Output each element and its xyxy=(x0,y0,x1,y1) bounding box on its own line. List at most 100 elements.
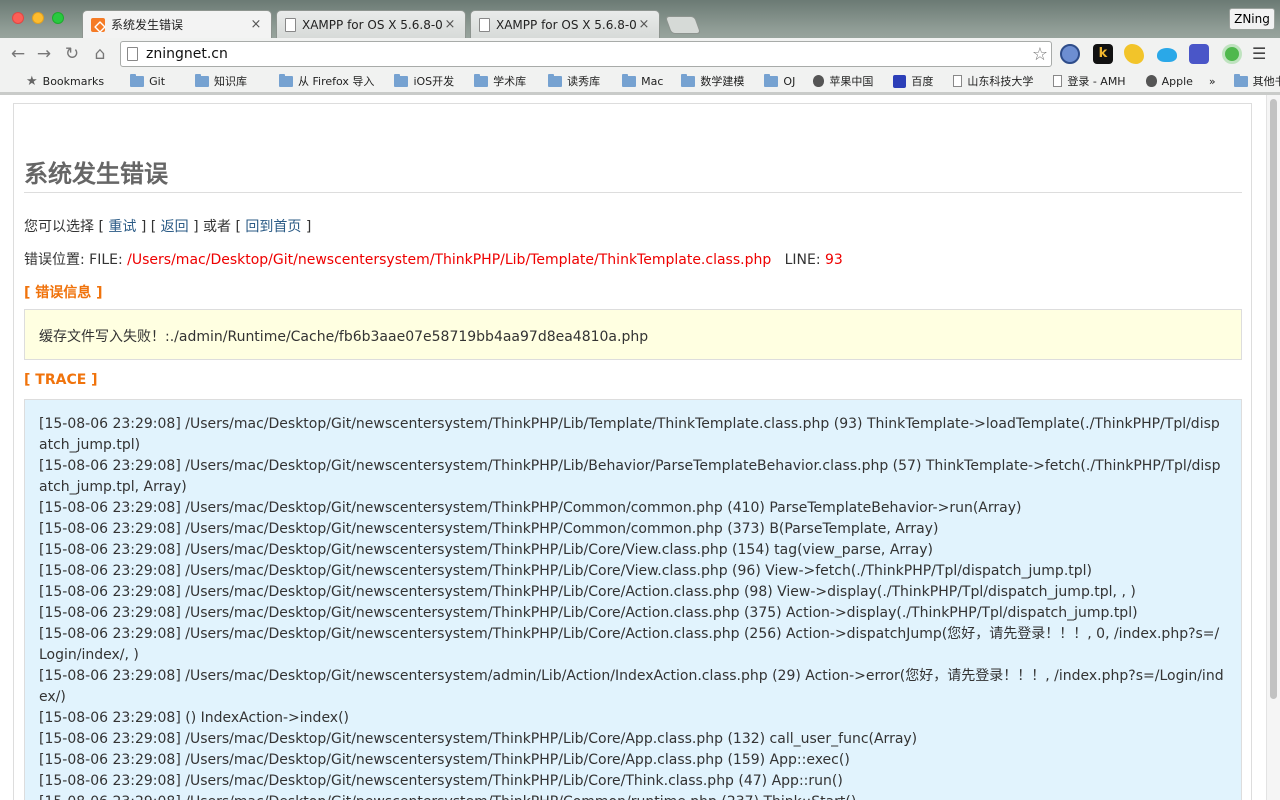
bookmark-label: OJ xyxy=(783,74,796,88)
vertical-scrollbar[interactable] xyxy=(1266,95,1280,800)
trace-line: [15-08-06 23:29:08] /Users/mac/Desktop/G… xyxy=(39,668,1224,705)
forward-arrow-icon[interactable]: → xyxy=(34,44,54,64)
retry-sep: ] 或者 [ xyxy=(188,219,246,235)
extension-baidu-paw-icon[interactable] xyxy=(1189,44,1209,64)
trace-box: [15-08-06 23:29:08] /Users/mac/Desktop/G… xyxy=(24,399,1242,800)
error-location: 错误位置: FILE: /Users/mac/Desktop/Git/newsc… xyxy=(24,249,843,269)
home-icon[interactable]: ⌂ xyxy=(90,44,110,64)
folder-icon xyxy=(548,73,563,87)
folder-icon xyxy=(130,73,145,87)
page-icon xyxy=(479,17,490,32)
bookmark-label: 读秀库 xyxy=(567,75,601,88)
apple-icon xyxy=(813,75,825,87)
bookmark-item[interactable]: OJ xyxy=(764,73,796,88)
folder-icon xyxy=(681,73,696,87)
file-label: FILE: xyxy=(89,252,128,268)
tab-xampp-2[interactable]: XAMPP for OS X 5.6.8-0 × xyxy=(470,10,660,38)
extension-k-icon[interactable]: k xyxy=(1093,44,1113,64)
bookmark-item[interactable]: 读秀库 xyxy=(548,73,600,89)
profile-button[interactable]: ZNing xyxy=(1229,8,1275,30)
tab-strip: 系统发生错误 × XAMPP for OS X 5.6.8-0 × XAMPP … xyxy=(0,0,1280,38)
scrollbar-thumb[interactable] xyxy=(1270,99,1277,699)
error-container: 系统发生错误 您可以选择 [ 重试 ] [ 返回 ] 或者 [ 回到首页 ] 错… xyxy=(13,103,1252,800)
bookmark-item[interactable]: 数学建模 xyxy=(681,73,744,89)
folder-icon xyxy=(474,73,489,87)
bookmark-item[interactable]: iOS开发 xyxy=(394,73,454,89)
page-title: 系统发生错误 xyxy=(24,160,168,188)
error-message-box: 缓存文件写入失败！:./admin/Runtime/Cache/fb6b3aae… xyxy=(24,309,1242,360)
trace-line: [15-08-06 23:29:08] /Users/mac/Desktop/G… xyxy=(39,542,933,558)
title-divider xyxy=(24,192,1242,193)
folder-icon xyxy=(279,73,294,87)
bookmark-item[interactable]: 登录 - AMH xyxy=(1053,73,1126,89)
page-viewport: 系统发生错误 您可以选择 [ 重试 ] [ 返回 ] 或者 [ 回到首页 ] 错… xyxy=(0,95,1266,800)
window-close-button[interactable] xyxy=(12,12,24,24)
trace-line: [15-08-06 23:29:08] /Users/mac/Desktop/G… xyxy=(39,752,850,768)
trace-line: [15-08-06 23:29:08] /Users/mac/Desktop/G… xyxy=(39,773,843,789)
back-link[interactable]: 返回 xyxy=(161,219,189,235)
bookmark-label: 学术库 xyxy=(493,75,527,88)
trace-line: [15-08-06 23:29:08] /Users/mac/Desktop/G… xyxy=(39,605,1138,621)
extension-cloud-icon[interactable] xyxy=(1157,48,1177,62)
bookmark-item[interactable]: 学术库 xyxy=(474,73,526,89)
trace-line: [15-08-06 23:29:08] /Users/mac/Desktop/G… xyxy=(39,584,1136,600)
back-arrow-icon[interactable]: ← xyxy=(8,44,28,64)
bookmark-item[interactable]: 其他书签 xyxy=(1233,73,1280,89)
extension-cat-icon[interactable] xyxy=(1124,44,1144,64)
trace-line: [15-08-06 23:29:08] /Users/mac/Desktop/G… xyxy=(39,416,1220,453)
tab-error-page[interactable]: 系统发生错误 × xyxy=(82,10,272,38)
bookmark-item[interactable]: 苹果中国 xyxy=(813,73,873,89)
bookmark-label: Git xyxy=(149,74,166,88)
retry-suffix: ] xyxy=(301,219,312,235)
bookmark-label: Bookmarks xyxy=(42,74,105,88)
bookmark-label: » xyxy=(1208,74,1216,88)
bookmark-item[interactable]: 知识库 xyxy=(195,73,247,89)
extension-green-dot-icon[interactable] xyxy=(1222,44,1242,64)
home-link[interactable]: 回到首页 xyxy=(245,219,301,235)
address-bar[interactable]: zningnet.cn ☆ xyxy=(120,41,1052,67)
window-zoom-button[interactable] xyxy=(52,12,64,24)
bookmark-label: 知识库 xyxy=(214,75,248,88)
hamburger-menu-icon[interactable]: ☰ xyxy=(1252,46,1268,62)
bookmark-label: 登录 - AMH xyxy=(1067,75,1126,88)
tab-close-icon[interactable]: × xyxy=(443,17,457,32)
trace-heading: [ TRACE ] xyxy=(24,372,98,388)
xampp-icon xyxy=(91,17,105,32)
trace-line: [15-08-06 23:29:08] /Users/mac/Desktop/G… xyxy=(39,626,1220,663)
bookmark-label: 数学建模 xyxy=(700,75,745,88)
baidu-paw-icon xyxy=(893,74,907,88)
retry-options: 您可以选择 [ 重试 ] [ 返回 ] 或者 [ 回到首页 ] xyxy=(24,216,311,236)
bookmarks-bar: ★ Bookmarks Git 知识库 从 Firefox 导入 iOS开发 学术库 读秀库 M… xyxy=(0,70,1280,92)
line-label: LINE: xyxy=(784,252,826,268)
folder-icon xyxy=(764,73,779,87)
error-info-heading: [ 错误信息 ] xyxy=(24,285,103,301)
error-message: 缓存文件写入失败！:./admin/Runtime/Cache/fb6b3aae… xyxy=(39,329,649,345)
tab-close-icon[interactable]: × xyxy=(637,17,651,32)
bookmark-item[interactable]: 山东科技大学 xyxy=(953,73,1033,89)
bookmark-item[interactable]: » xyxy=(1209,75,1216,88)
bookmark-item[interactable]: Git xyxy=(130,73,166,88)
bookmark-item[interactable]: 从 Firefox 导入 xyxy=(279,73,374,89)
line-number: 93 xyxy=(825,252,843,268)
retry-link[interactable]: 重试 xyxy=(108,219,136,235)
trace-line: [15-08-06 23:29:08] /Users/mac/Desktop/G… xyxy=(39,563,1092,579)
folder-icon xyxy=(195,73,210,87)
url-text[interactable]: zningnet.cn xyxy=(146,46,1029,62)
bookmark-label: iOS开发 xyxy=(413,75,455,88)
extension-globe-icon[interactable] xyxy=(1060,44,1080,64)
star-icon: ★ xyxy=(26,73,38,89)
reload-icon[interactable]: ↻ xyxy=(62,44,82,64)
bookmark-label: 苹果中国 xyxy=(829,75,874,88)
bookmark-label: Mac xyxy=(641,74,664,88)
trace-line: [15-08-06 23:29:08] /Users/mac/Desktop/G… xyxy=(39,731,918,747)
bookmark-item[interactable]: Apple xyxy=(1145,75,1193,88)
browser-chrome: 系统发生错误 × XAMPP for OS X 5.6.8-0 × XAMPP … xyxy=(0,0,1280,95)
window-minimize-button[interactable] xyxy=(32,12,44,24)
bookmark-star-icon[interactable]: ☆ xyxy=(1029,44,1051,65)
bookmark-item[interactable]: ★ Bookmarks xyxy=(26,74,104,89)
tab-close-icon[interactable]: × xyxy=(249,17,263,32)
tab-xampp-1[interactable]: XAMPP for OS X 5.6.8-0 × xyxy=(276,10,466,38)
new-tab-button[interactable] xyxy=(664,16,702,34)
bookmark-item[interactable]: 百度 xyxy=(893,73,933,89)
bookmark-item[interactable]: Mac xyxy=(622,73,664,88)
